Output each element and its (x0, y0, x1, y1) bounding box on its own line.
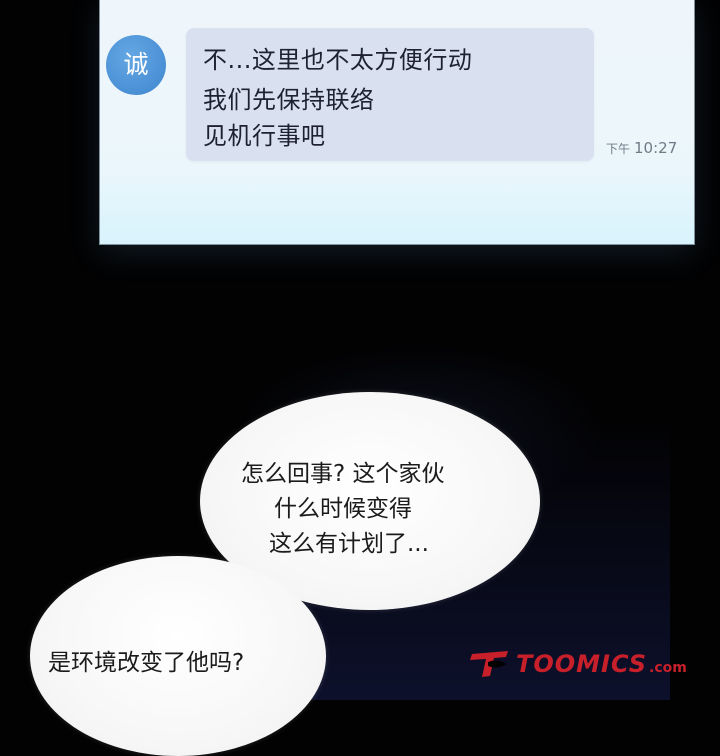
watermark-suffix: .com (649, 660, 687, 676)
message-bubble: 不...这里也不太方便行动 我们先保持联络 见机行事吧 (186, 28, 594, 161)
phone-chat-screen: 诚 不...这里也不太方便行动 我们先保持联络 见机行事吧 下午 10:27 (100, 0, 694, 244)
message-line: 我们先保持联络 (203, 86, 375, 114)
message-timestamp: 下午 10:27 (606, 138, 677, 157)
contact-avatar: 诚 (106, 35, 166, 95)
speech-line: 怎么回事? 这个家伙 (241, 461, 445, 487)
message-line: 见机行事吧 (203, 122, 326, 150)
avatar-label: 诚 (123, 50, 149, 79)
watermark-brand: TOOMICS (516, 650, 648, 678)
timestamp-period: 下午 (606, 142, 631, 156)
speech-bubble-question: 是环境改变了他吗? (30, 556, 326, 756)
toomics-watermark: TOOMICS .com (468, 644, 687, 684)
message-line: 不...这里也不太方便行动 (203, 46, 473, 74)
speech-line: 什么时候变得 (274, 496, 412, 522)
toomics-logo-icon (470, 651, 508, 677)
timestamp-time: 10:27 (634, 139, 678, 157)
speech-line: 这么有计划了... (269, 531, 429, 557)
speech-line: 是环境改变了他吗? (48, 650, 245, 676)
